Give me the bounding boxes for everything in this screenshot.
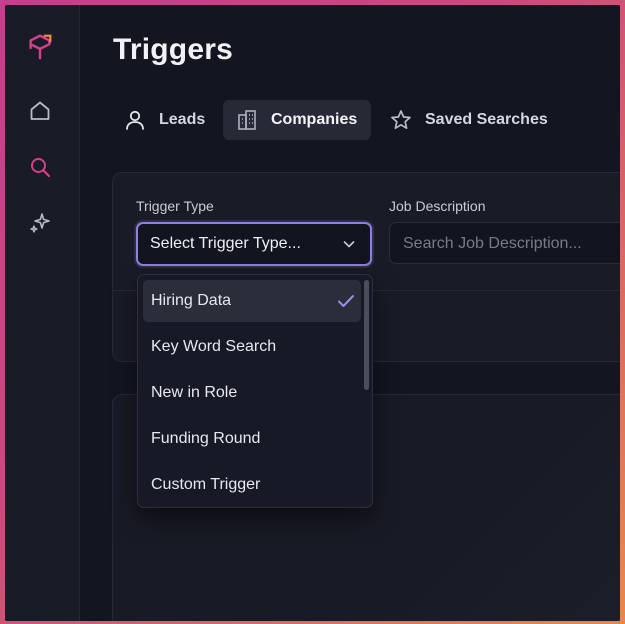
option-label: Hiring Data [151,292,232,309]
tab-companies[interactable]: Companies [223,100,371,140]
chevron-down-icon [343,241,355,248]
option-new-in-role[interactable]: New in Role [143,372,361,414]
job-description-label: Job Description [389,198,486,214]
option-custom-trigger[interactable]: Custom Trigger [143,464,361,506]
tab-label: Companies [271,111,358,128]
option-hiring-data[interactable]: Hiring Data [143,280,361,322]
logo-icon[interactable] [25,32,55,62]
tab-label: Leads [159,111,206,128]
option-label: Key Word Search [151,338,277,355]
option-label: New in Role [151,384,238,401]
check-icon [338,295,354,307]
search-icon[interactable] [25,152,55,182]
option-key-word-search[interactable]: Key Word Search [143,326,361,368]
sparkles-icon[interactable] [25,208,55,238]
trigger-type-select[interactable]: Select Trigger Type... [136,222,372,266]
select-value: Select Trigger Type... [150,235,301,252]
trigger-type-label: Trigger Type [136,198,214,214]
option-label: Custom Trigger [151,476,261,493]
dropdown-scrollbar[interactable] [364,280,369,390]
tab-saved-searches[interactable]: Saved Searches [381,100,569,140]
sidebar [5,5,80,621]
tab-label: Saved Searches [425,111,548,128]
job-description-input[interactable]: Search Job Description... [389,222,620,264]
input-placeholder: Search Job Description... [403,235,582,252]
option-label: Funding Round [151,430,261,447]
tab-leads[interactable]: Leads [113,100,223,140]
user-icon [123,108,147,132]
trigger-type-dropdown: Hiring Data Key Word Search New in Role … [137,274,373,508]
building-icon [235,108,259,132]
star-icon [389,108,413,132]
home-icon[interactable] [25,96,55,126]
option-funding-round[interactable]: Funding Round [143,418,361,460]
page-title: Triggers [113,33,233,66]
app-window: Triggers Leads Companies Saved Searches … [5,5,620,621]
